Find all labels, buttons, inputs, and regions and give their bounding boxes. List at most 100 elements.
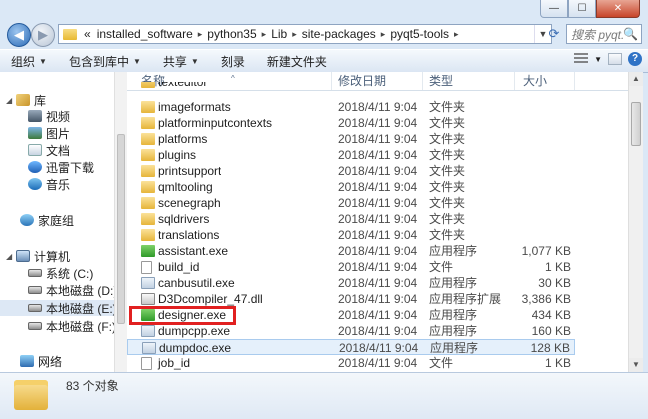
list-item[interactable]: dumpdoc.exe 2018/4/11 9:04 应用程序 128 KB (127, 339, 575, 355)
file-size: 128 KB (530, 341, 570, 355)
list-item[interactable]: sqldrivers 2018/4/11 9:04 文件夹 (127, 211, 575, 227)
sidebar-item-thunder-downloads[interactable]: 迅雷下载 (28, 159, 94, 175)
file-size: 3,386 KB (521, 292, 571, 306)
file-date: 2018/4/11 9:04 (338, 244, 418, 258)
sidebar-drive-f[interactable]: 本地磁盘 (F:) (28, 318, 116, 334)
address-bar[interactable]: « installed_software ▸ python35 ▸ Lib ▸ … (58, 24, 552, 44)
chevron-right-icon[interactable]: ▸ (452, 29, 461, 40)
list-item[interactable]: build_id 2018/4/11 9:04 文件 1 KB (127, 259, 575, 275)
search-input[interactable]: 搜索 pyqt... (567, 26, 623, 43)
list-item[interactable]: platforms 2018/4/11 9:04 文件夹 (127, 131, 575, 147)
list-item[interactable]: job_id 2018/4/11 9:04 文件 1 KB (127, 355, 575, 371)
search-icon[interactable]: 🔍 (623, 27, 640, 41)
exe-icon (141, 325, 155, 337)
list-item[interactable]: printsupport 2018/4/11 9:04 文件夹 (127, 163, 575, 179)
burn-button[interactable]: 刻录 (210, 53, 256, 70)
sidebar-label: 迅雷下载 (46, 160, 95, 175)
breadcrumb-overflow[interactable]: « (81, 27, 94, 41)
breadcrumb-pyqt5-tools[interactable]: pyqt5-tools (387, 27, 452, 41)
sidebar-item-music[interactable]: 音乐 (28, 176, 70, 192)
back-button[interactable]: ◀ (7, 23, 31, 47)
music-icon (28, 178, 42, 190)
picture-icon (28, 127, 42, 139)
view-options-icon[interactable] (574, 53, 589, 65)
file-type: 应用程序 (429, 308, 478, 322)
dropdown-arrow-icon: ▼ (39, 56, 47, 66)
scrollbar-thumb[interactable] (117, 134, 125, 324)
sidebar-label: 图片 (46, 126, 71, 141)
list-item[interactable]: canbusutil.exe 2018/4/11 9:04 应用程序 30 KB (127, 275, 575, 291)
scroll-down-icon[interactable]: ▼ (629, 358, 643, 372)
chevron-right-icon[interactable]: ▸ (260, 29, 269, 40)
breadcrumb-site-packages[interactable]: site-packages (299, 27, 379, 41)
list-item[interactable]: scenegraph 2018/4/11 9:04 文件夹 (127, 195, 575, 211)
new-folder-button[interactable]: 新建文件夹 (256, 53, 338, 70)
share-button[interactable]: 共享 ▼ (152, 53, 210, 70)
forward-arrow-icon: ▶ (38, 27, 48, 42)
scrollbar-thumb[interactable] (631, 102, 641, 146)
sidebar-computer[interactable]: ◢ 计算机 (6, 248, 70, 264)
sidebar-drive-e[interactable]: 本地磁盘 (E:) (0, 300, 117, 316)
breadcrumb-lib[interactable]: Lib (268, 27, 290, 41)
file-name: D3Dcompiler_47.dll (158, 292, 263, 306)
file-size: 1 KB (544, 356, 571, 370)
file-size: 30 KB (538, 276, 571, 290)
navigation-pane: ◢ 库 视频 图片 文档 迅雷下载 音乐 家庭组 ◢ 计算机 系统 (C:) 本地磁… (0, 72, 127, 372)
sidebar-label: 音乐 (46, 177, 71, 192)
view-dropdown-icon[interactable]: ▼ (594, 55, 602, 64)
sidebar-label: 库 (34, 93, 47, 108)
file-name: dumpcpp.exe (158, 324, 231, 338)
scroll-up-icon[interactable]: ▲ (629, 72, 643, 86)
list-item[interactable]: translations 2018/4/11 9:04 文件夹 (127, 227, 575, 243)
file-name: canbusutil.exe (158, 276, 235, 290)
chevron-right-icon[interactable]: ▸ (379, 29, 388, 40)
preview-pane-icon[interactable] (608, 53, 622, 65)
file-type: 应用程序扩展 (429, 292, 502, 306)
breadcrumb-python35[interactable]: python35 (204, 27, 259, 41)
expand-triangle-icon[interactable]: ◢ (6, 252, 14, 261)
list-item[interactable]: imageformats 2018/4/11 9:04 文件夹 (127, 99, 575, 115)
help-icon[interactable]: ? (628, 52, 642, 66)
file-icon (141, 356, 152, 370)
folder-icon (141, 101, 155, 113)
chevron-right-icon[interactable]: ▸ (196, 29, 205, 40)
organize-button[interactable]: 组织 ▼ (0, 53, 58, 70)
file-type: 应用程序 (430, 341, 479, 355)
minimize-button[interactable]: — (540, 0, 568, 18)
forward-button[interactable]: ▶ (31, 23, 55, 47)
list-item[interactable]: plugins 2018/4/11 9:04 文件夹 (127, 147, 575, 163)
list-item[interactable]: platforminputcontexts 2018/4/11 9:04 文件夹 (127, 115, 575, 131)
include-in-library-button[interactable]: 包含到库中 ▼ (58, 53, 152, 70)
close-button[interactable]: ✕ (596, 0, 640, 18)
chevron-right-icon[interactable]: ▸ (290, 29, 299, 40)
file-size: 160 KB (531, 324, 571, 338)
expand-triangle-icon[interactable]: ◢ (6, 96, 14, 105)
sidebar-item-pictures[interactable]: 图片 (28, 125, 70, 141)
sidebar-item-documents[interactable]: 文档 (28, 142, 70, 158)
list-item[interactable]: dumpcpp.exe 2018/4/11 9:04 应用程序 160 KB (127, 323, 575, 339)
drive-icon (28, 286, 42, 294)
file-list-scrollbar[interactable]: ▲ ▼ (628, 72, 643, 372)
file-size: 434 KB (531, 308, 571, 322)
sidebar-network[interactable]: 网络 (20, 353, 62, 369)
breadcrumb-installed-software[interactable]: installed_software (94, 27, 196, 41)
document-icon (28, 144, 42, 156)
list-item[interactable]: assistant.exe 2018/4/11 9:04 应用程序 1,077 KB (127, 243, 575, 259)
navigation-bar: ◀ ▶ « installed_software ▸ python35 ▸ Li… (0, 18, 648, 48)
sidebar-item-videos[interactable]: 视频 (28, 108, 70, 124)
sidebar-drive-d[interactable]: 本地磁盘 (D:) (28, 282, 117, 298)
file-type: 文件夹 (429, 100, 466, 114)
list-item[interactable]: D3Dcompiler_47.dll 2018/4/11 9:04 应用程序扩展 3,… (127, 291, 575, 307)
list-item-partial[interactable]: texteditor (127, 82, 575, 92)
list-item[interactable]: qmltooling 2018/4/11 9:04 文件夹 (127, 179, 575, 195)
file-name: plugins (158, 148, 197, 162)
drive-icon (28, 304, 42, 312)
sidebar-libraries[interactable]: ◢ 库 (6, 92, 46, 108)
maximize-button[interactable]: ☐ (568, 0, 596, 18)
refresh-icon[interactable]: ⟳ (545, 24, 563, 44)
file-date: 2018/4/11 9:04 (338, 196, 418, 210)
sidebar-homegroup[interactable]: 家庭组 (20, 212, 74, 228)
navigation-scrollbar[interactable] (114, 72, 127, 372)
sidebar-drive-c[interactable]: 系统 (C:) (28, 265, 93, 281)
search-box[interactable]: 搜索 pyqt... 🔍 (566, 24, 642, 44)
